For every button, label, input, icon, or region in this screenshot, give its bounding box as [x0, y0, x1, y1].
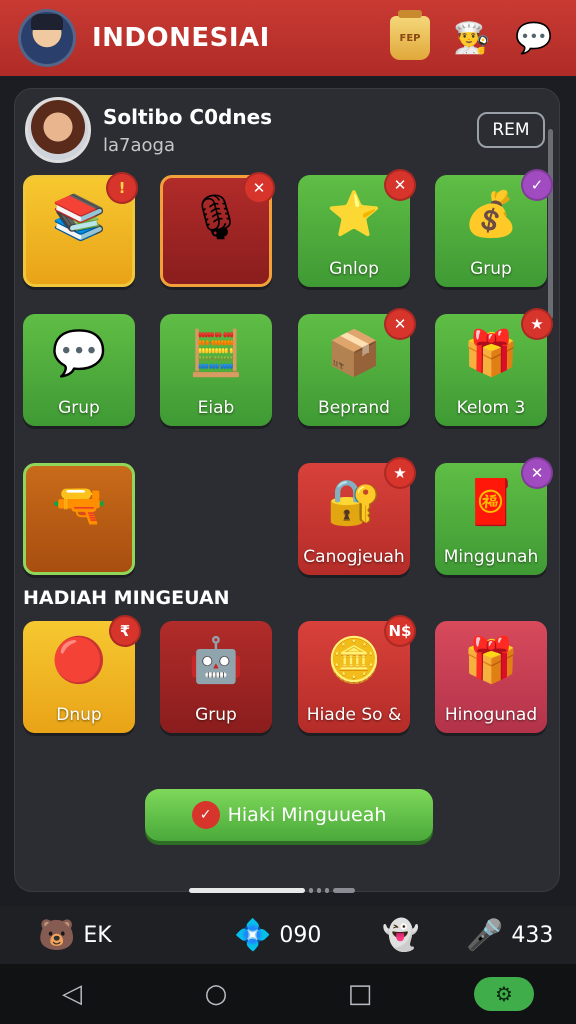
gold-coins-icon: 🪙: [326, 635, 382, 686]
home-button[interactable]: ○: [186, 972, 246, 1016]
resource-value: 433: [511, 922, 554, 948]
star-badge: ★: [521, 308, 553, 340]
grid-tile[interactable]: 📦 Beprand ✕: [298, 308, 416, 426]
check-icon: ✓: [191, 801, 220, 829]
profile-card: Soltibo C0dnes la7aoga REM: [25, 95, 545, 165]
tile-label: Grup: [58, 398, 100, 418]
section-title: HADIAH MINGEUAN: [23, 587, 230, 609]
system-nav-bar: ◁ ○ □ ⚙: [0, 964, 576, 1024]
pager-dot: [333, 887, 355, 893]
gift-icon: 🎁: [463, 328, 519, 379]
chat-bubble-icon: 💬: [51, 328, 107, 379]
chat-icon[interactable]: 💬: [510, 14, 558, 62]
crystal-icon: 💠: [234, 917, 272, 953]
honey-jar-icon[interactable]: FEP: [386, 10, 434, 62]
claim-weekly-button[interactable]: ✓ Hiaki Minguueah: [145, 789, 433, 841]
jar-label: FEP: [390, 10, 430, 60]
pager-active: [189, 887, 305, 893]
resource-bear[interactable]: 🐻 EK: [38, 906, 112, 964]
reward-tile[interactable]: 🎁 Hinogunad: [435, 621, 547, 733]
app-screen: INDONESIAI FEP 👨‍🍳 💬 Soltibo C0dnes la7a…: [0, 0, 576, 1024]
profile-name: Soltibo C0dnes: [103, 104, 273, 129]
alert-badge: !: [106, 172, 138, 204]
grid-tile[interactable]: 💰 Grup ✓: [435, 169, 553, 287]
currency-badge: ₹: [109, 615, 141, 647]
profile-avatar[interactable]: [25, 97, 91, 163]
grid-tile[interactable]: 📚 !: [23, 172, 138, 287]
grid-tile[interactable]: 🎁 Kelom 3 ★: [435, 308, 553, 426]
grid-tile[interactable]: 💬 Grup: [23, 314, 135, 426]
star-badge: ★: [384, 457, 416, 489]
tile-label: Dnup: [56, 705, 102, 725]
bear-icon: 🐻: [38, 917, 76, 953]
resource-value: 090: [279, 922, 322, 948]
microphone-icon: 🎤: [466, 917, 504, 953]
back-button[interactable]: ◁: [42, 972, 102, 1016]
header-bar: INDONESIAI FEP 👨‍🍳 💬: [0, 0, 576, 76]
tile-label: Grup: [470, 259, 512, 279]
gift-star-icon: 🎁: [463, 635, 519, 686]
tile-label: Hiade So &: [306, 705, 402, 725]
close-badge: ✕: [521, 457, 553, 489]
grid-tile[interactable]: 🧧 Minggunah ✕: [435, 457, 553, 575]
app-title: INDONESIAI: [92, 23, 270, 53]
scrollbar[interactable]: [548, 129, 553, 319]
tile-label: Kelom 3: [456, 398, 526, 418]
claim-button-label: Hiaki Minguueah: [227, 804, 387, 826]
red-button-icon: 🔴: [51, 635, 107, 686]
tile-label: Minggunah: [443, 547, 539, 567]
pager-dot: [309, 887, 313, 893]
officer-avatar[interactable]: [18, 9, 76, 67]
resource-crystal[interactable]: 💠 090: [234, 906, 321, 964]
grid-tile[interactable]: 🎙 ✕: [160, 172, 275, 287]
close-badge: ✕: [384, 169, 416, 201]
resource-ghost[interactable]: 👻: [382, 906, 427, 964]
safe-box-icon: 🔐: [326, 477, 382, 528]
page-indicator: [189, 887, 363, 893]
tile-label: Beprand: [318, 398, 390, 418]
microphone-icon: 🎙: [188, 192, 244, 243]
calculator-icon: 🧮: [188, 328, 244, 379]
tile-label: Hinogunad: [444, 705, 538, 725]
tile-label: Eiab: [197, 398, 235, 418]
ghost-icon: 👻: [382, 917, 420, 953]
settings-icon[interactable]: ⚙: [474, 977, 534, 1011]
blue-box-icon: 📦: [326, 328, 382, 379]
currency-badge: N$: [384, 615, 416, 647]
grid-tile[interactable]: ⭐ Gnlop ✕: [298, 169, 416, 287]
resource-mic[interactable]: 🎤 433: [466, 906, 553, 964]
resource-value: EK: [83, 922, 112, 948]
reward-tile[interactable]: 🪙 Hiade So & N$: [298, 615, 416, 733]
tile-label: Canogjeuah: [303, 547, 405, 567]
chef-icon[interactable]: 👨‍🍳: [448, 14, 496, 62]
close-badge: ✕: [243, 172, 275, 204]
red-chest-icon: 🧧: [463, 477, 519, 528]
robot-icon: 🤖: [188, 635, 244, 686]
star-icon: ⭐: [326, 189, 382, 240]
grid-tile[interactable]: 🧮 Eiab: [160, 314, 272, 426]
reward-tile[interactable]: 🔴 Dnup ₹: [23, 615, 141, 733]
recents-button[interactable]: □: [330, 972, 390, 1016]
check-badge: ✓: [521, 169, 553, 201]
rev-button[interactable]: REM: [477, 112, 545, 148]
pager-dot: [317, 887, 321, 893]
close-badge: ✕: [384, 308, 416, 340]
tile-label: Gnlop: [329, 259, 379, 279]
books-and-bear-icon: 📚: [51, 192, 107, 243]
cannon-icon: 🔫: [51, 480, 107, 531]
resource-bar: 🐻 EK 💠 090 👻 🎤 433: [0, 906, 576, 964]
grid-tile[interactable]: 🔫: [23, 463, 135, 575]
gold-dollar-icon: 💰: [463, 189, 519, 240]
tile-label: Grup: [195, 705, 237, 725]
grid-tile[interactable]: 🔐 Canogjeuah ★: [298, 457, 416, 575]
profile-subtitle: la7aoga: [103, 134, 175, 156]
reward-tile[interactable]: 🤖 Grup: [160, 621, 272, 733]
main-panel: Soltibo C0dnes la7aoga REM 📚 ! 🎙 ✕ ⭐ Gnl…: [14, 88, 560, 893]
pager-dot: [325, 887, 329, 893]
